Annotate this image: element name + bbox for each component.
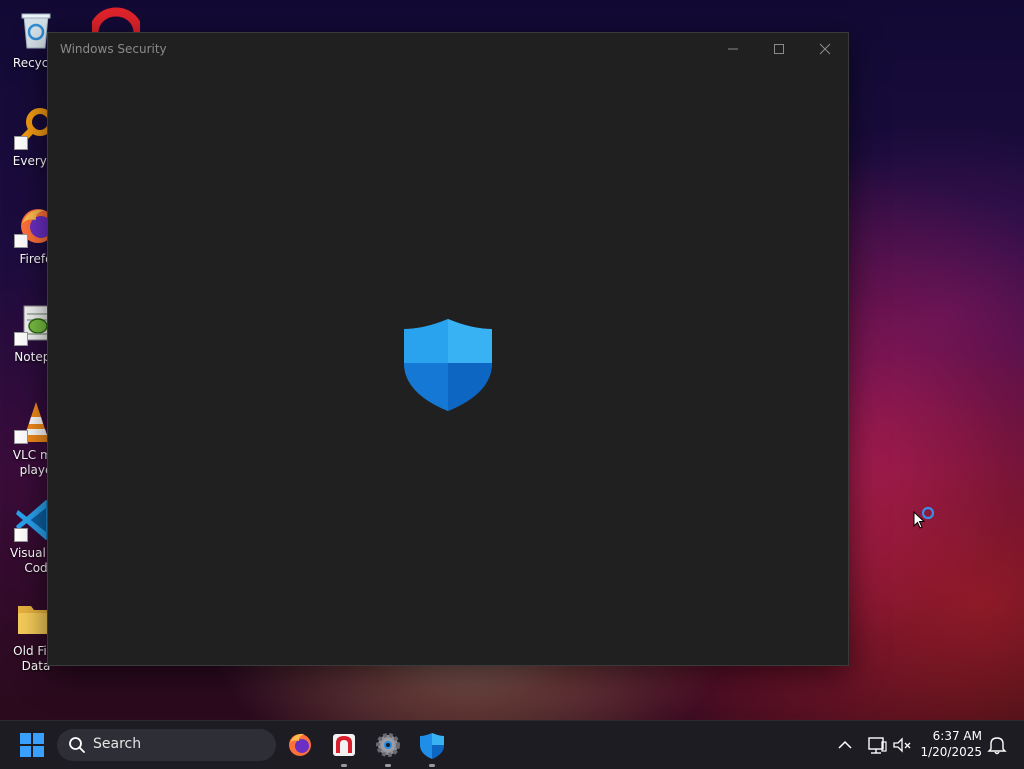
title-bar[interactable]: Windows Security [48,33,848,65]
taskbar-windows-security-button[interactable] [416,729,448,767]
settings-gear-icon [376,733,400,757]
close-icon [819,43,831,55]
close-button[interactable] [802,33,848,65]
minimize-button[interactable] [710,33,756,65]
shortcut-arrow-icon [14,528,28,542]
running-indicator [429,764,435,767]
taskbar-settings-button[interactable] [372,729,404,767]
volume-muted-icon [893,737,911,753]
bell-icon [987,737,1007,755]
desktop: Recycle Everyth Firefo Notepa VLC me pla… [0,0,1024,720]
volume-button[interactable] [890,733,914,757]
minimize-icon [728,48,738,50]
network-icon [868,737,887,754]
taskbar-firefox-button[interactable] [284,729,316,761]
search-icon [69,737,85,753]
windows-security-window[interactable]: Windows Security [47,32,849,666]
taskbar-app-button[interactable] [328,729,360,767]
window-title: Windows Security [60,42,167,56]
busy-cursor-icon [912,504,938,530]
taskbar-clock[interactable]: 6:37 AM 1/20/2025 [920,728,982,760]
windows-security-shield-icon [420,733,444,759]
tray-overflow-button[interactable] [834,733,856,757]
clock-date: 1/20/2025 [920,745,982,759]
running-indicator [385,764,391,767]
start-button[interactable] [16,729,48,761]
maximize-button[interactable] [756,33,802,65]
shortcut-arrow-icon [14,430,28,444]
maximize-icon [774,44,784,54]
shortcut-arrow-icon [14,234,28,248]
notifications-button[interactable] [985,733,1009,757]
red-app-icon [333,734,355,756]
windows-start-icon [20,733,44,757]
chevron-up-icon [838,740,852,749]
shortcut-arrow-icon [14,136,28,150]
taskbar: Search 6:37 AM 1/20/2025 [0,720,1024,769]
firefox-icon [289,733,311,756]
clock-time: 6:37 AM [932,729,982,743]
taskbar-search-box[interactable]: Search [57,729,276,761]
network-button[interactable] [865,733,889,757]
windows-security-shield-icon [402,317,494,413]
running-indicator [341,764,347,767]
search-label: Search [93,736,142,752]
shortcut-arrow-icon [14,332,28,346]
